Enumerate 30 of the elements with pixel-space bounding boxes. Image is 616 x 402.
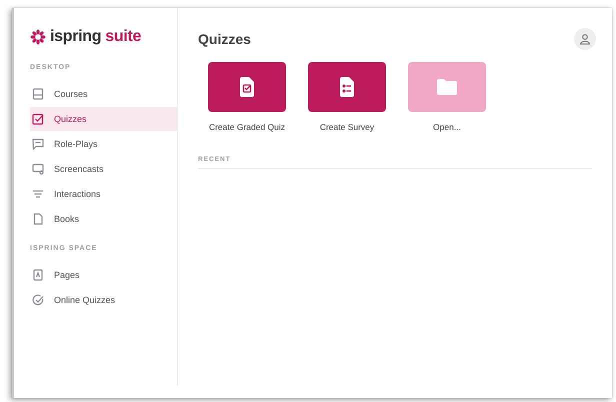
list-document-icon	[339, 77, 355, 97]
sidebar-item[interactable]: Online Quizzes	[30, 288, 177, 312]
sidebar-item[interactable]: Interactions	[30, 182, 177, 206]
page-title: Quizzes	[198, 31, 251, 47]
sidebar-item[interactable]: Courses	[30, 82, 177, 106]
page-icon	[32, 269, 44, 281]
action-label: Open...	[433, 122, 461, 132]
chat-icon	[32, 138, 44, 150]
quiz-document-icon	[239, 77, 255, 97]
check-circle-icon	[32, 294, 44, 306]
flower-logo-icon	[30, 29, 46, 45]
screen-icon	[32, 163, 44, 175]
monitor-icon	[32, 88, 44, 100]
sidebar-item[interactable]: Screencasts	[30, 157, 177, 181]
action-tile[interactable]: Create Survey	[308, 62, 386, 132]
user-icon	[579, 33, 591, 45]
action-label: Create Survey	[320, 122, 374, 132]
sidebar-item[interactable]: Quizzes	[30, 107, 177, 131]
user-avatar-button[interactable]	[574, 28, 596, 50]
action-label: Create Graded Quiz	[208, 122, 286, 132]
action-tile[interactable]: Create Graded Quiz	[208, 62, 286, 132]
sidebar-item[interactable]: Books	[30, 207, 177, 231]
logo-product: suite	[105, 28, 142, 46]
sidebar-item[interactable]: Role-Plays	[30, 132, 177, 156]
folder-icon	[437, 79, 457, 95]
logo-brand: ispring	[50, 28, 102, 46]
filter-icon	[32, 188, 44, 200]
document-icon	[32, 213, 44, 225]
checkbox-icon	[32, 113, 44, 125]
sidebar-item[interactable]: Pages	[30, 263, 177, 287]
